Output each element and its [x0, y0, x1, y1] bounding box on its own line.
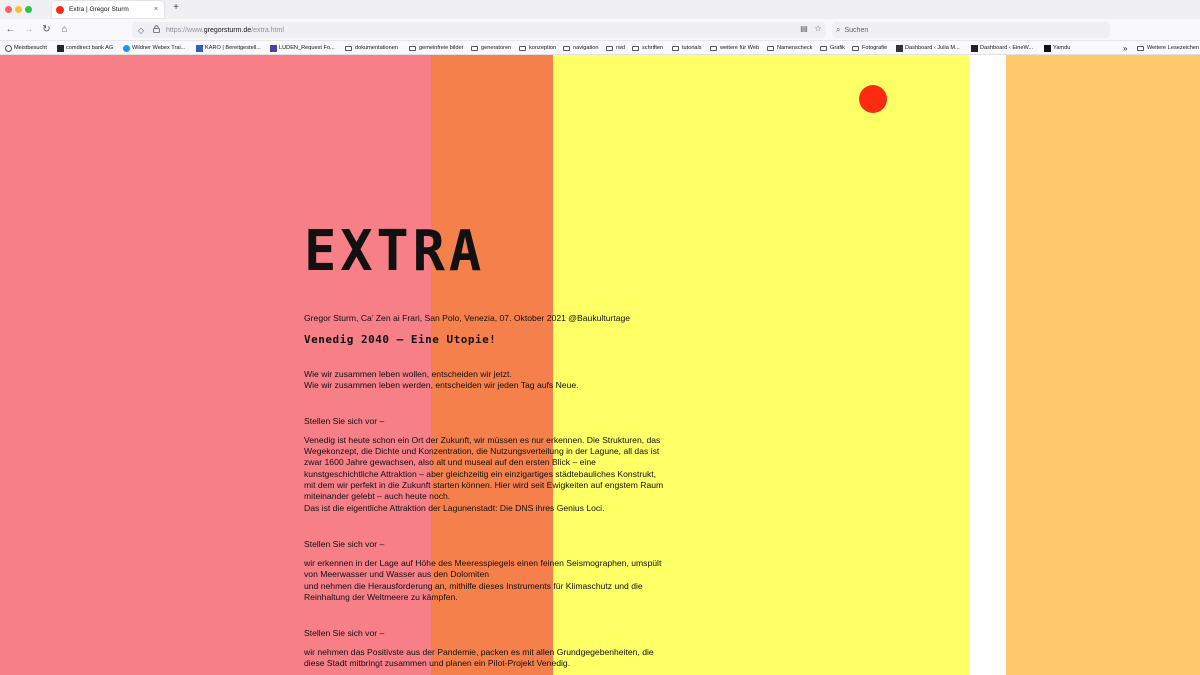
bookmark-comdirect[interactable]: comdirect bank AG: [57, 43, 113, 53]
page-viewport: EXTRA Gregor Sturm, Ca’ Zen ai Frari, Sa…: [0, 55, 1200, 675]
window-maximize-button[interactable]: [25, 6, 32, 13]
folder-icon: [471, 45, 478, 51]
folder-icon: [606, 45, 613, 51]
folder-icon: [563, 45, 570, 51]
bookmark-namenscheck[interactable]: Namenscheck: [767, 43, 812, 53]
folder-icon: [345, 45, 352, 51]
bookmark-grafik[interactable]: Grafik: [820, 43, 845, 53]
search-bar[interactable]: ⌕: [832, 22, 1110, 38]
subtitle: Venedig 2040 – Eine Utopie!: [304, 333, 497, 346]
tab-title: Extra | Gregor Sturm: [69, 6, 129, 13]
body-1: Venedig ist heute schon ein Ort der Zuku…: [304, 435, 664, 502]
window-close-button[interactable]: [5, 6, 12, 13]
bookmark-navigation[interactable]: navigation: [563, 43, 599, 53]
prompt-2: Stellen Sie sich vor –: [304, 539, 385, 549]
lock-icon[interactable]: [150, 25, 162, 35]
browser-tab[interactable]: Extra | Gregor Sturm ×: [52, 1, 164, 18]
bookmark-tutorials[interactable]: tutorials: [672, 43, 702, 53]
url-bar[interactable]: ◇ https://www.gregorsturm.de/extra.html …: [132, 22, 826, 38]
body-2: wir erkennen in der Lage auf Höhe des Me…: [304, 558, 662, 580]
bookmark-karo[interactable]: KARO | Bereitgestell...: [196, 43, 261, 53]
yamdu-icon: [1044, 44, 1051, 52]
red-dot: [859, 85, 887, 113]
folder-icon: [767, 45, 774, 51]
reader-view-icon[interactable]: ▤: [799, 24, 809, 33]
folder-icon: [1137, 45, 1144, 51]
bookmark-weitere-lesezeichen[interactable]: Weitere Lesezeichen: [1137, 43, 1199, 53]
tracking-shield-icon[interactable]: ◇: [135, 26, 147, 35]
favicon-icon: [56, 5, 64, 14]
byline: Gregor Sturm, Ca’ Zen ai Frari, San Polo…: [304, 313, 631, 323]
bookmark-konzeption[interactable]: konzeption: [519, 43, 556, 53]
search-icon: ⌕: [836, 25, 841, 34]
intro-line-2: Wie wir zusammen leben werden, entscheid…: [304, 380, 579, 390]
forward-button[interactable]: →: [22, 23, 35, 36]
bookmark-dokumentationen[interactable]: dokumentationen: [345, 43, 398, 53]
comdirect-icon: [57, 44, 64, 52]
dashboard-icon: [896, 44, 903, 52]
webex-icon: [123, 44, 130, 52]
bookmark-webex[interactable]: Wildner Webex Trai...: [123, 43, 185, 53]
reload-button[interactable]: ↻: [40, 23, 53, 36]
window-minimize-button[interactable]: [15, 6, 22, 13]
bookmark-generatoren[interactable]: generatoren: [471, 43, 511, 53]
intro-line-1: Wie wir zusammen leben wollen, entscheid…: [304, 369, 512, 379]
karo-icon: [196, 44, 203, 52]
stripe-white: [969, 55, 1006, 675]
home-button[interactable]: ⌂: [58, 23, 71, 36]
bookmark-fotografie[interactable]: Fotografie: [852, 43, 887, 53]
bookmark-luden[interactable]: LUDEN_Request Fo...: [270, 43, 335, 53]
back-button[interactable]: ←: [4, 23, 17, 36]
folder-icon: [632, 45, 639, 51]
bookmarks-overflow-icon[interactable]: »: [1123, 43, 1127, 53]
dashboard-icon: [971, 44, 978, 52]
new-tab-button[interactable]: +: [171, 2, 181, 13]
folder-icon: [519, 45, 526, 51]
bookmark-rwd[interactable]: rwd: [606, 43, 625, 53]
bookmark-schriften[interactable]: schriften: [632, 43, 663, 53]
navigation-toolbar: ← → ↻ ⌂ ◇ https://www.gregorsturm.de/ext…: [0, 19, 1200, 41]
tab-bar: Extra | Gregor Sturm × +: [0, 0, 1200, 19]
bookmark-star-icon[interactable]: ☆: [813, 24, 823, 33]
folder-icon: [710, 45, 717, 51]
folder-icon: [820, 45, 827, 51]
page-title: EXTRA: [304, 219, 486, 284]
folder-icon: [672, 45, 679, 51]
body-2-continuation: und nehmen die Herausforderung an, mithi…: [304, 581, 643, 603]
tab-close-icon[interactable]: ×: [152, 6, 160, 13]
folder-icon: [409, 45, 416, 51]
stripe-peach: [1006, 55, 1200, 675]
body-3: wir nehmen das Positivste aus der Pandem…: [304, 647, 654, 669]
body-1-conclusion: Das ist die eigentliche Attraktion der L…: [304, 503, 605, 513]
luden-icon: [270, 44, 277, 52]
prompt-1: Stellen Sie sich vor –: [304, 416, 385, 426]
prompt-3: Stellen Sie sich vor –: [304, 628, 385, 638]
bookmark-dashboard-julia[interactable]: Dashboard ‹ Julia M...: [896, 43, 960, 53]
bookmark-weitere-fuer-web[interactable]: weitere für Web: [710, 43, 759, 53]
bookmark-gemeinfreie-bilder[interactable]: gemeinfreie bilder: [409, 43, 463, 53]
bookmarks-toolbar: Meistbesucht comdirect bank AG Wildner W…: [0, 41, 1200, 55]
gear-icon: [5, 44, 12, 52]
bookmark-meistbesucht[interactable]: Meistbesucht: [5, 43, 47, 53]
folder-icon: [852, 45, 859, 51]
bookmark-yamdu[interactable]: Yamdu: [1044, 43, 1070, 53]
bookmark-dashboard-einew[interactable]: Dashboard ‹ EineW...: [971, 43, 1033, 53]
url-text[interactable]: https://www.gregorsturm.de/extra.html: [166, 27, 284, 34]
search-input[interactable]: [844, 26, 1095, 34]
